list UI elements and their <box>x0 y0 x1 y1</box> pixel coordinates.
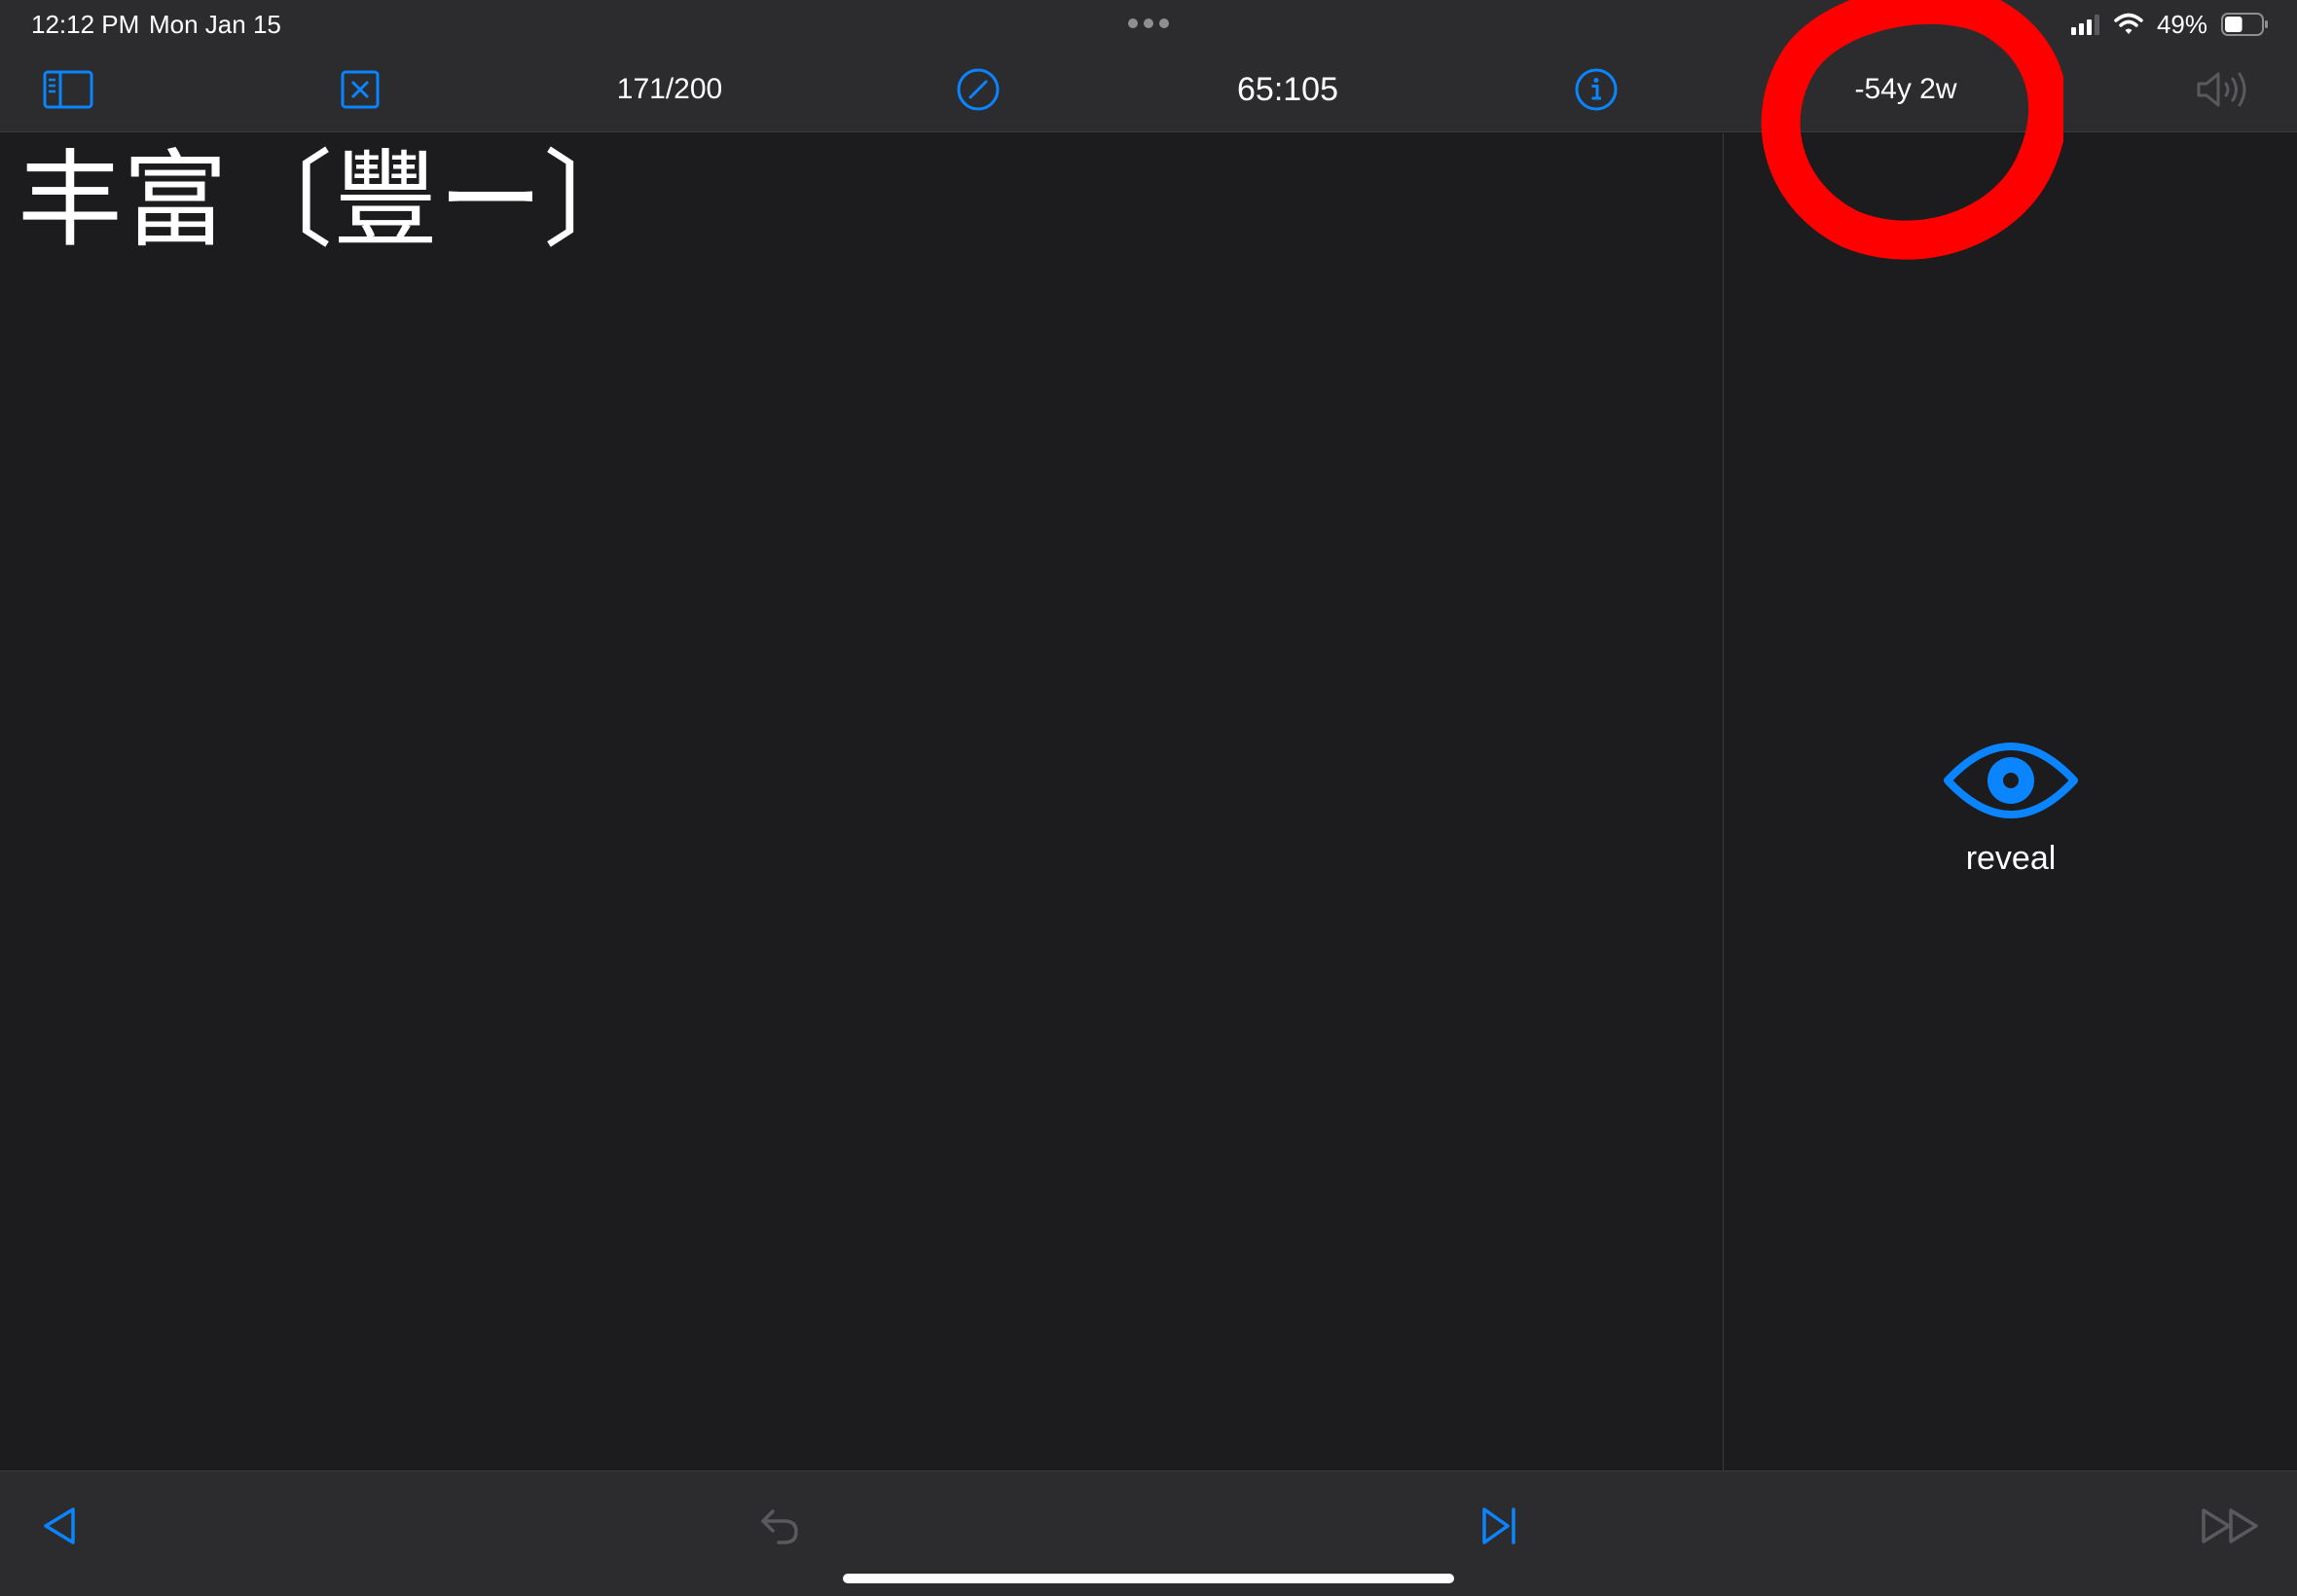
score-counter: 65:105 <box>1237 70 1338 108</box>
audio-button[interactable] <box>2185 47 2263 132</box>
undo-icon <box>761 1509 798 1544</box>
info-button[interactable] <box>1557 47 1635 132</box>
skip-forward-icon <box>1482 1507 1515 1544</box>
info-icon <box>1575 68 1618 111</box>
slash-circle-icon <box>957 68 1000 111</box>
eye-icon <box>1944 743 2078 818</box>
toolbar: 171/200 65:105 -54y 2w <box>0 47 2297 132</box>
fast-forward-button[interactable] <box>2192 1485 2270 1567</box>
home-indicator[interactable] <box>843 1574 1454 1583</box>
answer-panel: reveal <box>1723 133 2297 1470</box>
close-box-icon <box>341 70 380 109</box>
app-window: 12:12 PM Mon Jan 15 49% 171/200 65:105 -… <box>0 0 2297 1596</box>
previous-card-button[interactable] <box>25 1485 93 1567</box>
status-bar: 12:12 PM Mon Jan 15 49% <box>0 0 2297 47</box>
card-front-panel: 丰富〔豐ー〕 <box>0 133 1723 1470</box>
status-indicators: 49% <box>2058 10 2270 39</box>
speaker-icon <box>2197 72 2246 107</box>
wifi-icon <box>2114 13 2143 34</box>
multitasking-dots-icon[interactable] <box>1127 18 1170 29</box>
battery-percentage: 49% <box>2156 9 2207 39</box>
battery-icon <box>2221 13 2268 36</box>
sidebar-icon <box>43 70 93 109</box>
status-time: 12:12 PM <box>31 10 140 39</box>
card-progress: 171/200 <box>616 73 723 105</box>
skip-card-button[interactable] <box>1466 1485 1534 1567</box>
reveal-label: reveal <box>1965 840 2057 877</box>
suspend-button[interactable] <box>939 47 1017 132</box>
card-front-text: 丰富〔豐ー〕 <box>18 140 649 262</box>
sidebar-toggle-button[interactable] <box>29 47 107 132</box>
back-triangle-icon <box>44 1507 75 1544</box>
close-button[interactable] <box>321 47 399 132</box>
fast-forward-icon <box>2202 1508 2258 1543</box>
reveal-button[interactable]: reveal <box>1894 737 2128 931</box>
undo-button[interactable] <box>746 1485 814 1567</box>
bottom-toolbar <box>0 1470 2297 1596</box>
cellular-signal-icon <box>2070 15 2099 35</box>
status-date: Mon Jan 15 <box>149 10 281 39</box>
due-interval: -54y 2w <box>1854 73 1957 105</box>
review-area: 丰富〔豐ー〕 reveal <box>0 133 2297 1470</box>
